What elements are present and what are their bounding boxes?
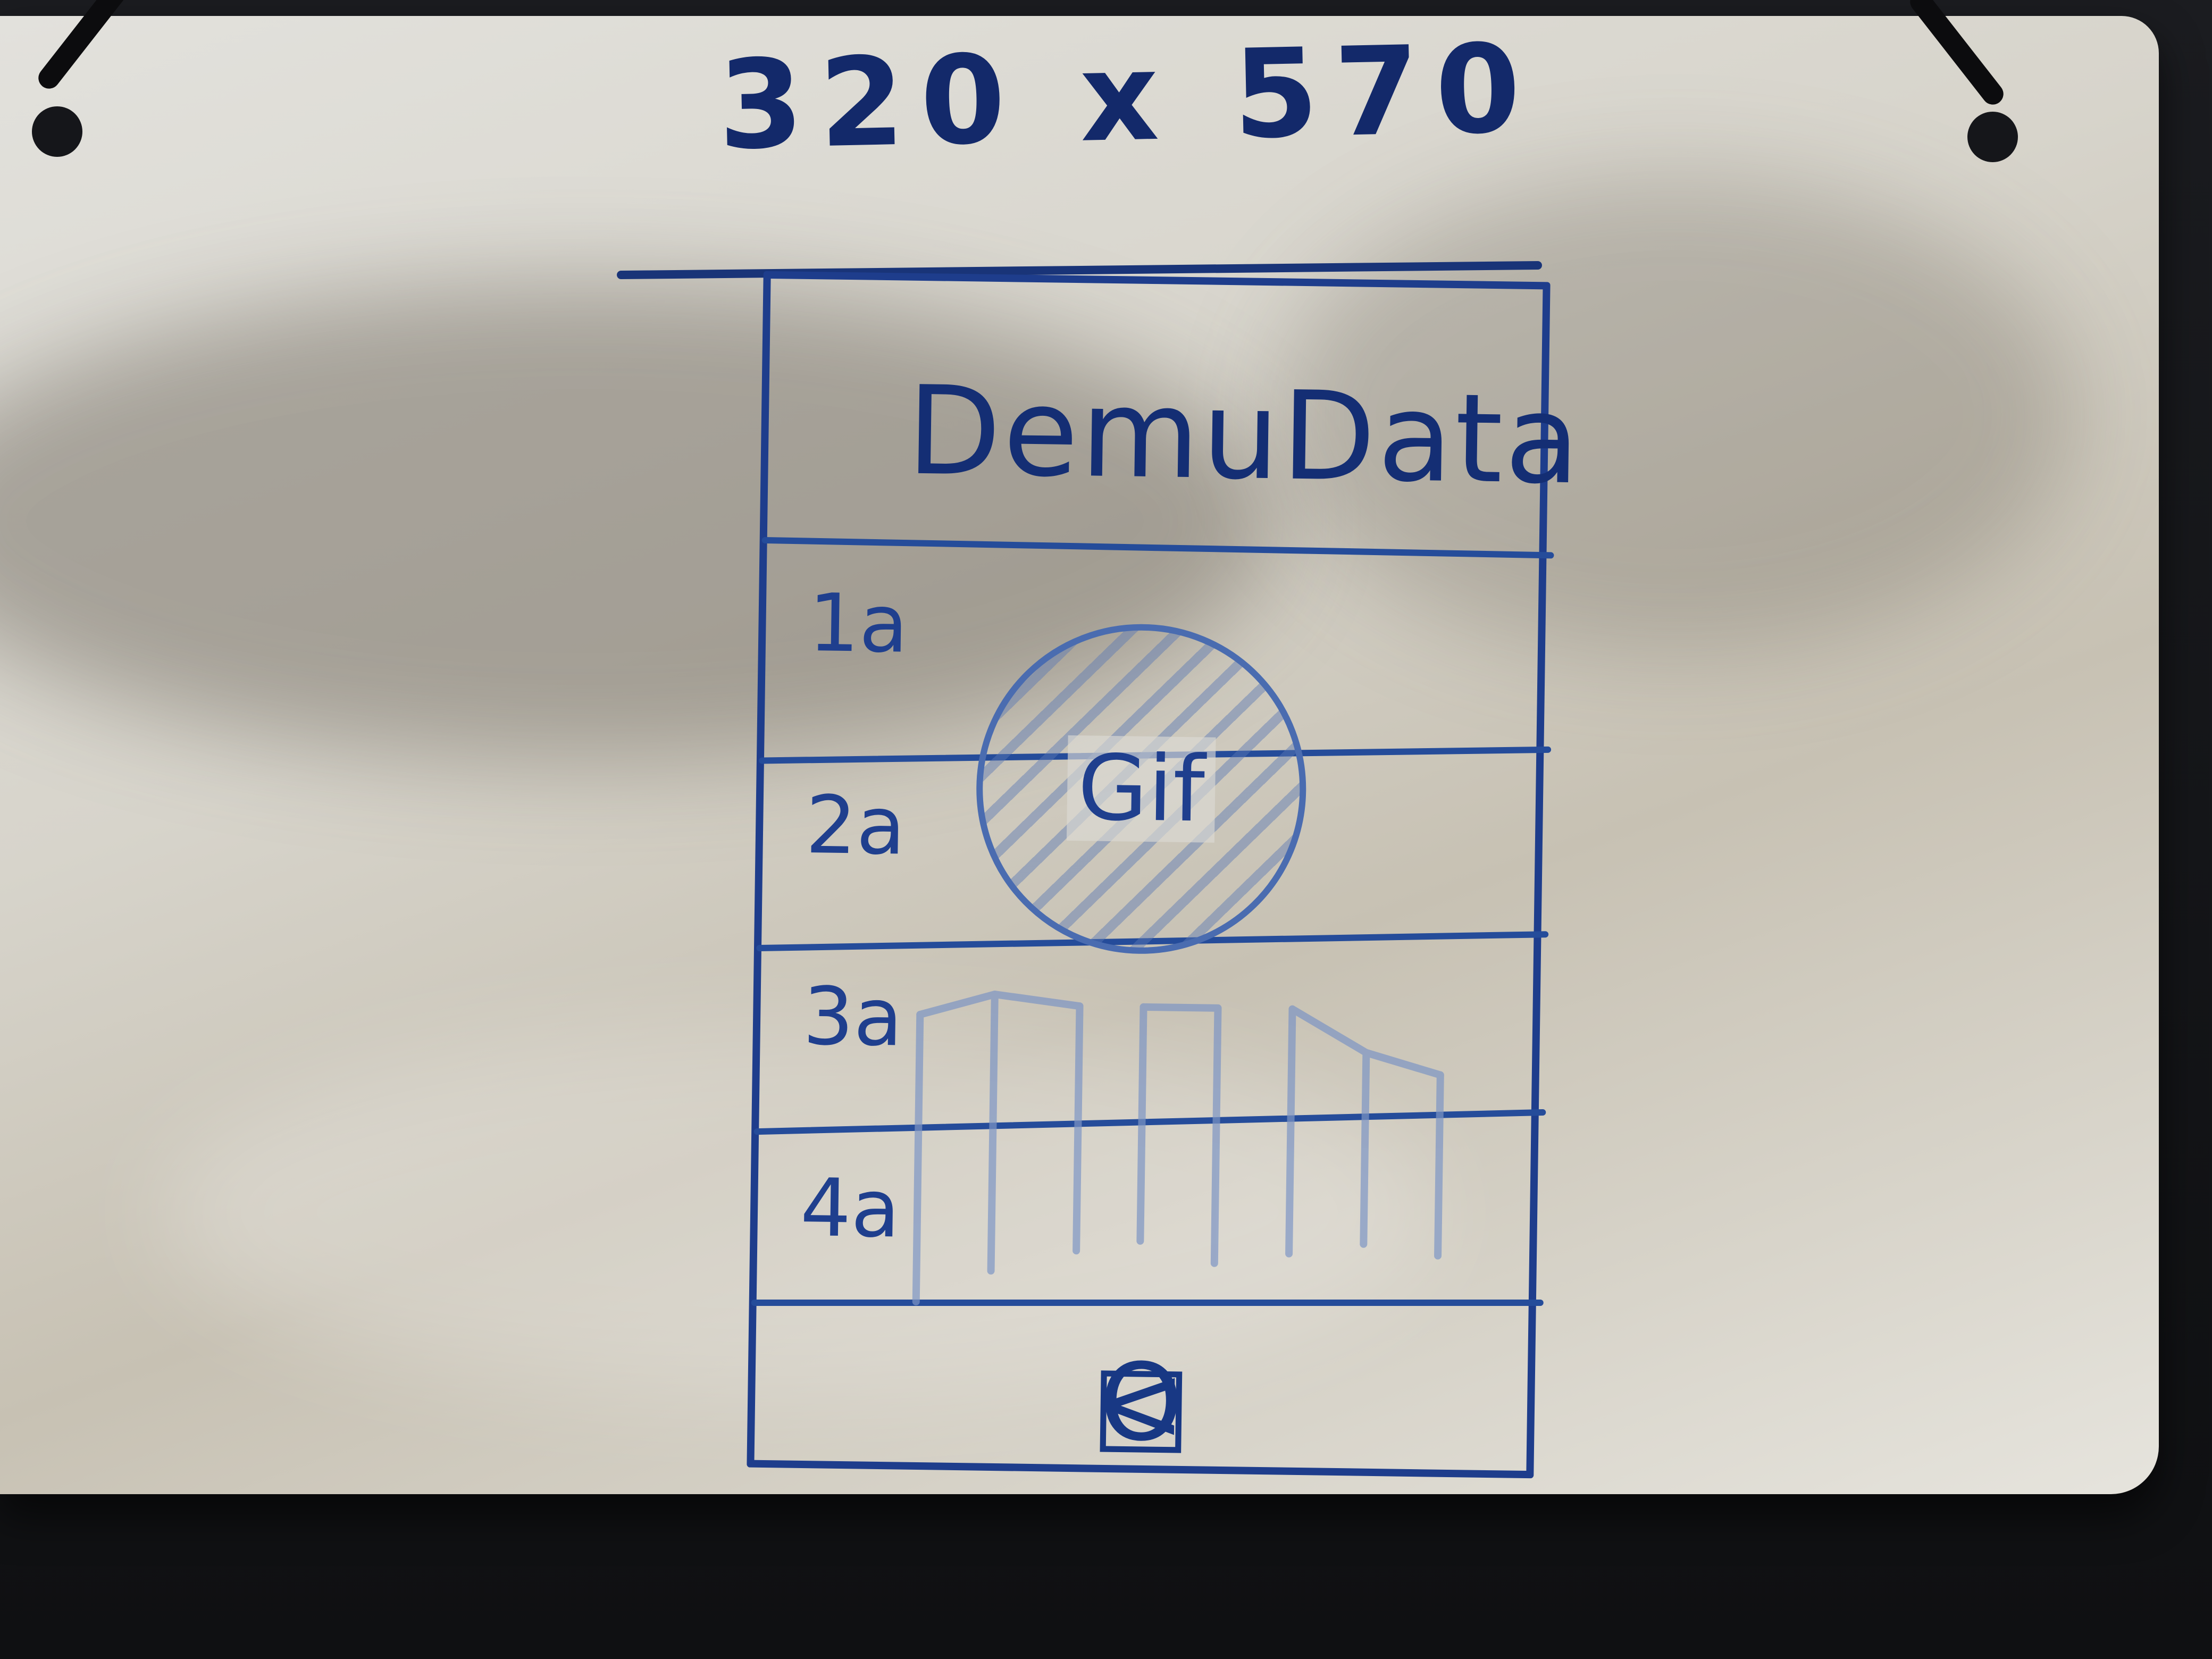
whiteboard: 320 x 570 DemuData 1a 2a 3a 4a Gif < O □ [0,16,2159,1494]
list-item-label[interactable]: 2a [805,779,906,873]
gif-label: Gif [1066,735,1217,843]
gif-placeholder[interactable]: Gif [974,622,1309,957]
mount-hole-left [32,106,82,157]
recent-apps-button[interactable]: □ [1090,1340,1192,1466]
list-item-label[interactable]: 1a [808,577,909,671]
bottom-nav-bar: < O □ [754,1331,1528,1475]
phone-mockup: DemuData 1a 2a 3a 4a Gif < O □ [747,271,1583,1479]
sketch-size-heading: 320 x 570 [717,18,1538,178]
header-divider [761,537,1554,559]
photo-scene: 320 x 570 DemuData 1a 2a 3a 4a Gif < O □ [0,0,2212,1659]
mount-hole-right [1967,112,2018,162]
app-title: DemuData [906,360,1583,512]
